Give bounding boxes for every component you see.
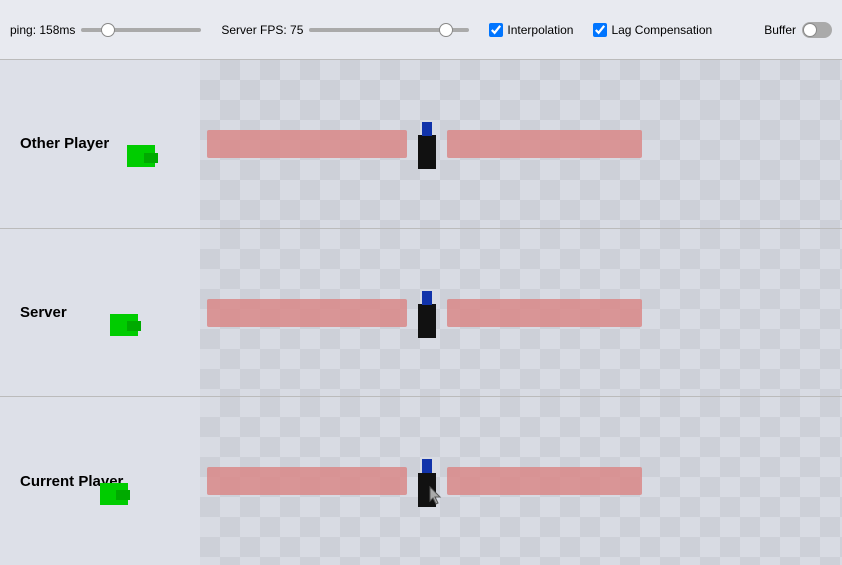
server-label: Server [0, 304, 200, 321]
pink-bar-server-2 [447, 299, 642, 327]
interpolation-checkbox[interactable] [489, 23, 503, 37]
pink-bar-current-1 [207, 467, 407, 495]
current-player-label: Current Player [0, 473, 200, 490]
interpolation-group: Interpolation [489, 23, 573, 37]
buffer-toggle[interactable] [802, 22, 832, 38]
lag-compensation-group: Lag Compensation [593, 23, 712, 37]
pink-bar-server-1 [207, 299, 407, 327]
pos-indicator-current [418, 473, 436, 507]
pink-bar-current-2 [447, 467, 642, 495]
other-player-main [200, 60, 842, 228]
pink-bar-other-2 [447, 130, 642, 158]
ping-label: ping: 158ms [10, 23, 75, 37]
current-player-main [200, 397, 842, 565]
server-main [200, 229, 842, 397]
pos-indicator-server [418, 304, 436, 338]
blue-marker-current [422, 459, 432, 473]
player-subblock-other [144, 153, 158, 163]
ping-slider-track[interactable] [81, 28, 201, 32]
pos-indicator-other [418, 135, 436, 169]
main-content: Other Player Server [0, 60, 842, 565]
current-player-row: Current Player [0, 397, 842, 565]
server-fps-group: Server FPS: 75 [221, 23, 469, 37]
buffer-toggle-knob [803, 23, 817, 37]
server-fps-slider-track[interactable] [309, 28, 469, 32]
ping-slider-thumb[interactable] [101, 23, 115, 37]
interpolation-label: Interpolation [507, 23, 573, 37]
other-player-row: Other Player [0, 60, 842, 229]
server-fps-label: Server FPS: 75 [221, 23, 303, 37]
blue-marker-other [422, 122, 432, 136]
buffer-label: Buffer [764, 23, 796, 37]
buffer-group: Buffer [764, 22, 832, 38]
ping-group: ping: 158ms [10, 23, 201, 37]
blue-marker-server [422, 291, 432, 305]
server-fps-slider-thumb[interactable] [439, 23, 453, 37]
lag-compensation-checkbox[interactable] [593, 23, 607, 37]
lag-compensation-label: Lag Compensation [611, 23, 712, 37]
player-subblock-server [127, 321, 141, 331]
server-row: Server [0, 229, 842, 398]
toolbar: ping: 158ms Server FPS: 75 Interpolation… [0, 0, 842, 60]
player-subblock-current [116, 490, 130, 500]
pink-bar-other-1 [207, 130, 407, 158]
other-player-label: Other Player [0, 135, 200, 152]
